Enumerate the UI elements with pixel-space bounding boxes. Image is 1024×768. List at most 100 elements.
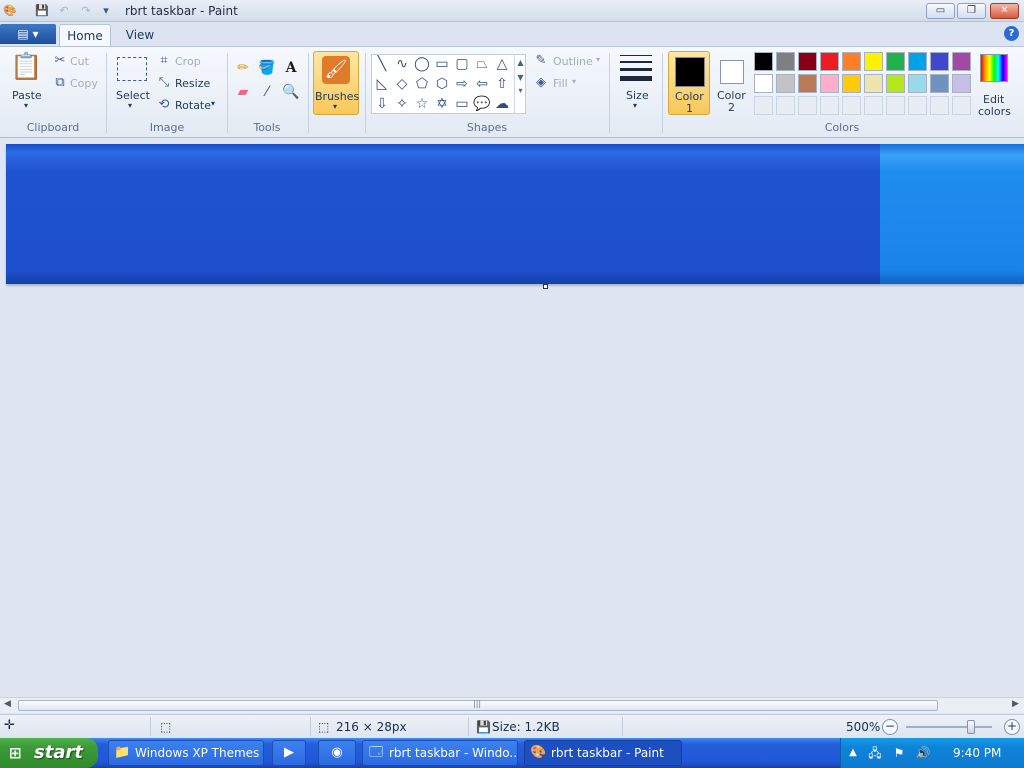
palette-swatch[interactable]: [930, 52, 949, 71]
palette-swatch[interactable]: [842, 52, 861, 71]
palette-swatch[interactable]: [864, 74, 883, 93]
palette-swatch[interactable]: [908, 52, 927, 71]
palette-swatch[interactable]: [908, 96, 927, 115]
up-arrow-shape-icon[interactable]: ⇧: [492, 75, 512, 93]
palette-swatch[interactable]: [842, 96, 861, 115]
palette-swatch[interactable]: [776, 52, 795, 71]
close-button[interactable]: ✕: [990, 3, 1019, 19]
taskbar-item-explorer-window[interactable]: 🗔 rbrt taskbar - Windo...: [362, 740, 518, 766]
oval-callout-shape-icon[interactable]: 💬: [472, 95, 492, 113]
scroll-left-icon[interactable]: ◀: [4, 699, 11, 709]
resize-icon[interactable]: ⤡: [156, 74, 172, 92]
palette-swatch[interactable]: [820, 96, 839, 115]
palette-swatch[interactable]: [952, 52, 971, 71]
palette-swatch[interactable]: [820, 52, 839, 71]
canvas-resize-handle[interactable]: [543, 284, 548, 289]
canvas-area[interactable]: [0, 139, 1024, 697]
palette-swatch[interactable]: [798, 96, 817, 115]
taskbar-item-media-player[interactable]: ▶: [272, 740, 306, 766]
copy-icon[interactable]: ⧉: [52, 74, 68, 92]
select-dropdown-icon[interactable]: ▾: [128, 101, 132, 110]
palette-swatch[interactable]: [776, 96, 795, 115]
size-button[interactable]: Size: [626, 89, 649, 102]
oval-shape-icon[interactable]: ◯: [412, 55, 432, 73]
palette-swatch[interactable]: [842, 74, 861, 93]
taskbar-item-windows-xp-themes[interactable]: 📁 Windows XP Themes: [108, 740, 264, 766]
fill-dropdown-icon[interactable]: ▾: [572, 77, 576, 86]
palette-swatch[interactable]: [754, 96, 773, 115]
palette-swatch[interactable]: [886, 52, 905, 71]
palette-swatch[interactable]: [864, 52, 883, 71]
clock[interactable]: 9:40 PM: [953, 738, 1001, 768]
six-point-star-shape-icon[interactable]: ✡: [432, 95, 452, 113]
color-picker-icon[interactable]: ⁄: [256, 81, 278, 103]
outline-icon[interactable]: ✎: [533, 52, 549, 70]
pencil-icon[interactable]: ✏: [232, 57, 254, 79]
size-dropdown-icon[interactable]: ▾: [633, 101, 637, 110]
rectangle-shape-icon[interactable]: ▭: [432, 55, 452, 73]
palette-swatch[interactable]: [886, 96, 905, 115]
five-point-star-shape-icon[interactable]: ☆: [412, 95, 432, 113]
line-shape-icon[interactable]: ╲: [372, 55, 392, 73]
scrollbar-thumb[interactable]: |||: [18, 699, 938, 711]
four-point-star-shape-icon[interactable]: ✧: [392, 95, 412, 113]
edit-colors-button[interactable]: Edit colors: [977, 51, 1011, 118]
size-icon[interactable]: [618, 53, 654, 83]
palette-swatch[interactable]: [886, 74, 905, 93]
palette-swatch[interactable]: [798, 74, 817, 93]
palette-swatch[interactable]: [930, 96, 949, 115]
tab-view[interactable]: View: [118, 24, 162, 46]
pentagon-shape-icon[interactable]: ⬠: [412, 75, 432, 93]
select-icon[interactable]: [117, 57, 147, 81]
copy-button[interactable]: Copy: [70, 77, 98, 90]
color1-button[interactable]: Color 1: [668, 51, 710, 115]
crop-button[interactable]: Crop: [175, 55, 201, 68]
scroll-right-icon[interactable]: ▶: [1012, 699, 1019, 709]
paint-menu-button[interactable]: ▤ ▾: [0, 24, 56, 44]
outline-button[interactable]: Outline: [553, 55, 593, 68]
rounded-callout-shape-icon[interactable]: ▭: [452, 95, 472, 113]
redo-icon[interactable]: ↷: [78, 3, 94, 19]
taskbar-item-chrome[interactable]: ◉: [318, 740, 356, 766]
paint-app-icon[interactable]: 🎨: [2, 3, 18, 19]
color2-button[interactable]: Color 2: [712, 51, 752, 115]
taskbar-item-paint[interactable]: 🎨 rbrt taskbar - Paint: [524, 740, 682, 766]
palette-swatch[interactable]: [930, 74, 949, 93]
palette-swatch[interactable]: [908, 74, 927, 93]
palette-swatch[interactable]: [754, 52, 773, 71]
network-icon[interactable]: 🖧: [867, 745, 883, 761]
right-arrow-shape-icon[interactable]: ⇨: [452, 75, 472, 93]
polygon-shape-icon[interactable]: ⏢: [472, 55, 492, 73]
tab-home[interactable]: Home: [59, 24, 111, 46]
text-tool-icon[interactable]: A: [280, 57, 302, 79]
palette-swatch[interactable]: [952, 96, 971, 115]
cut-icon[interactable]: ✂: [52, 52, 68, 70]
zoom-out-button[interactable]: −: [882, 719, 898, 735]
select-button[interactable]: Select: [116, 89, 150, 102]
curve-shape-icon[interactable]: ∿: [392, 55, 412, 73]
cloud-callout-shape-icon[interactable]: ☁: [492, 95, 512, 113]
palette-swatch[interactable]: [776, 74, 795, 93]
cut-button[interactable]: Cut: [70, 55, 89, 68]
right-triangle-shape-icon[interactable]: ◺: [372, 75, 392, 93]
eraser-icon[interactable]: ▰: [232, 81, 254, 103]
shapes-scrollbar[interactable]: ▲ ▼ ▾: [514, 54, 526, 114]
undo-icon[interactable]: ↶: [56, 3, 72, 19]
crop-icon[interactable]: ⌗: [156, 52, 172, 70]
fill-button[interactable]: Fill: [553, 77, 568, 90]
volume-icon[interactable]: 🔊: [915, 745, 931, 761]
customize-quick-access-icon[interactable]: ▾: [98, 3, 114, 19]
zoom-in-button[interactable]: +: [1004, 719, 1020, 735]
paste-icon[interactable]: 📋: [10, 51, 42, 83]
outline-dropdown-icon[interactable]: ▾: [596, 55, 600, 64]
rotate-dropdown-icon[interactable]: ▾: [211, 99, 215, 108]
rotate-icon[interactable]: ⟲: [156, 96, 172, 114]
triangle-shape-icon[interactable]: △: [492, 55, 512, 73]
diamond-shape-icon[interactable]: ◇: [392, 75, 412, 93]
help-icon[interactable]: ?: [1004, 26, 1019, 41]
palette-swatch[interactable]: [952, 74, 971, 93]
minimize-button[interactable]: ▭: [926, 3, 955, 19]
brushes-button[interactable]: 🖌 Brushes ▾: [313, 51, 359, 115]
fill-icon[interactable]: ◈: [533, 74, 549, 92]
zoom-slider-track[interactable]: [906, 726, 992, 728]
